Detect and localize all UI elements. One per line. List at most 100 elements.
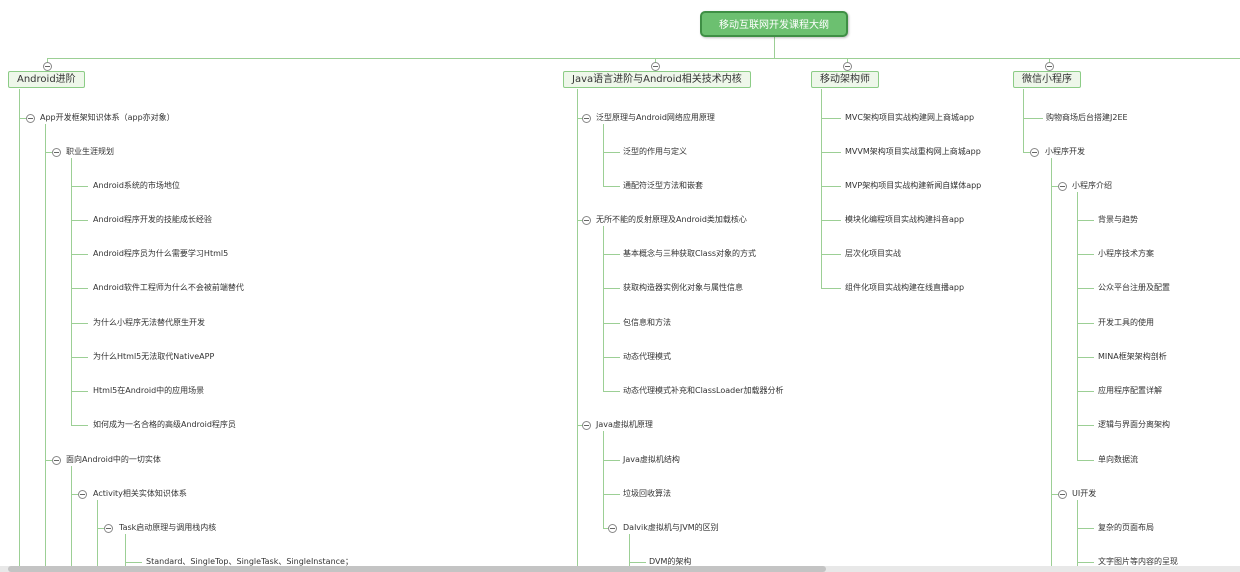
connector <box>71 425 88 426</box>
branch-android[interactable]: Android进阶 <box>8 71 85 88</box>
topic-item[interactable]: MINA框架架构剖析 <box>1098 352 1167 362</box>
collapse-toggle-icon[interactable] <box>1058 182 1067 191</box>
connector <box>821 186 841 187</box>
topic-item[interactable]: 包信息和方法 <box>623 318 671 328</box>
connector <box>1023 118 1043 119</box>
connector <box>603 152 620 153</box>
dev-trunk <box>1051 158 1052 566</box>
topic-item[interactable]: Java虚拟机结构 <box>623 455 680 465</box>
topic-item[interactable]: 逻辑与界面分离架构 <box>1098 420 1170 430</box>
topic-item[interactable]: 层次化项目实战 <box>845 249 901 259</box>
topic-miniprogram-intro[interactable]: 小程序介绍 <box>1072 181 1112 191</box>
connector <box>1077 288 1094 289</box>
root-topic[interactable]: 移动互联网开发课程大纲 <box>700 11 848 37</box>
topic-item[interactable]: Android系统的市场地位 <box>93 181 180 191</box>
collapse-toggle-icon[interactable] <box>104 524 113 533</box>
connector <box>45 460 52 461</box>
collapse-toggle-icon[interactable] <box>651 62 660 71</box>
connector <box>603 357 620 358</box>
arch-trunk <box>821 89 822 289</box>
topic-item[interactable]: 为什么小程序无法替代原生开发 <box>93 318 205 328</box>
topic-item[interactable]: 通配符泛型方法和嵌套 <box>623 181 703 191</box>
collapse-toggle-icon[interactable] <box>1030 148 1039 157</box>
topic-item[interactable]: 为什么Html5无法取代NativeAPP <box>93 352 214 362</box>
topic-item[interactable]: 泛型的作用与定义 <box>623 147 687 157</box>
topic-item[interactable]: 复杂的页面布局 <box>1098 523 1154 533</box>
entity-trunk <box>71 466 72 566</box>
topic-item[interactable]: Android程序开发的技能成长经验 <box>93 215 212 225</box>
topic-item[interactable]: 组件化项目实战构建在线直播app <box>845 283 964 293</box>
collapse-toggle-icon[interactable] <box>582 114 591 123</box>
collapse-toggle-icon[interactable] <box>1058 490 1067 499</box>
topic-item[interactable]: 基本概念与三种获取Class对象的方式 <box>623 249 756 259</box>
connector <box>125 562 142 563</box>
connector <box>603 254 620 255</box>
scrollbar-thumb[interactable] <box>8 566 826 572</box>
topic-item[interactable]: 如何成为一名合格的高级Android程序员 <box>93 420 236 430</box>
topic-item[interactable]: 开发工具的使用 <box>1098 318 1154 328</box>
connector <box>603 494 620 495</box>
branch-architect[interactable]: 移动架构师 <box>811 71 879 88</box>
topic-task[interactable]: Task启动原理与调用栈内核 <box>119 523 216 533</box>
topic-item[interactable]: 获取构造器实例化对象与属性信息 <box>623 283 743 293</box>
root-connector <box>774 37 775 58</box>
topic-item[interactable]: 动态代理模式补充和ClassLoader加载器分析 <box>623 386 783 396</box>
connector <box>821 152 841 153</box>
connector <box>1077 562 1094 563</box>
collapse-toggle-icon[interactable] <box>843 62 852 71</box>
connector <box>603 186 620 187</box>
connector <box>821 118 841 119</box>
topic-miniprogram-dev[interactable]: 小程序开发 <box>1045 147 1085 157</box>
connector <box>45 152 52 153</box>
wechat-trunk <box>1023 89 1024 152</box>
topic-item[interactable]: 背景与趋势 <box>1098 215 1138 225</box>
topic-item[interactable]: Html5在Android中的应用场景 <box>93 386 204 396</box>
connector <box>1077 323 1094 324</box>
connector <box>1077 425 1094 426</box>
topic-activity[interactable]: Activity相关实体知识体系 <box>93 489 187 499</box>
connector <box>603 323 620 324</box>
android-trunk <box>19 89 20 566</box>
collapse-toggle-icon[interactable] <box>52 148 61 157</box>
topic-item[interactable]: MVVM架构项目实战重构网上商城app <box>845 147 981 157</box>
connector <box>1077 528 1094 529</box>
topic-reflection[interactable]: 无所不能的反射原理及Android类加载核心 <box>596 215 747 225</box>
connector <box>71 323 88 324</box>
horizontal-scrollbar[interactable] <box>0 566 1240 572</box>
collapse-toggle-icon[interactable] <box>582 216 591 225</box>
topic-item[interactable]: 单向数据流 <box>1098 455 1138 465</box>
topic-item[interactable]: 模块化编程项目实战构建抖音app <box>845 215 964 225</box>
topic-item[interactable]: 小程序技术方案 <box>1098 249 1154 259</box>
topic-app-framework[interactable]: App开发框架知识体系（app亦对象） <box>40 113 175 123</box>
collapse-toggle-icon[interactable] <box>608 524 617 533</box>
connector <box>71 220 88 221</box>
topic-career-planning[interactable]: 职业生涯规划 <box>66 147 114 157</box>
collapse-toggle-icon[interactable] <box>52 456 61 465</box>
topic-item[interactable]: MVP架构项目实战构建新闻自媒体app <box>845 181 981 191</box>
branch-wechat[interactable]: 微信小程序 <box>1013 71 1081 88</box>
topic-jvm[interactable]: Java虚拟机原理 <box>596 420 653 430</box>
connector <box>1051 494 1058 495</box>
topic-item[interactable]: Android程序员为什么需要学习Html5 <box>93 249 228 259</box>
connector <box>1051 186 1058 187</box>
collapse-toggle-icon[interactable] <box>582 421 591 430</box>
topic-j2ee[interactable]: 购物商场后台搭建J2EE <box>1046 113 1128 123</box>
topic-item[interactable]: MVC架构项目实战构建网上商城app <box>845 113 974 123</box>
collapse-toggle-icon[interactable] <box>1045 62 1054 71</box>
topic-item[interactable]: Android软件工程师为什么不会被前端替代 <box>93 283 244 293</box>
collapse-toggle-icon[interactable] <box>78 490 87 499</box>
topic-dalvik[interactable]: Dalvik虚拟机与JVM的区别 <box>623 523 719 533</box>
topic-android-entities[interactable]: 面向Android中的一切实体 <box>66 455 161 465</box>
topic-ui-dev[interactable]: UI开发 <box>1072 489 1096 499</box>
connector <box>71 494 78 495</box>
branch-java[interactable]: Java语言进阶与Android相关技术内核 <box>563 71 751 88</box>
topic-item[interactable]: 动态代理模式 <box>623 352 671 362</box>
connector <box>1023 152 1030 153</box>
collapse-toggle-icon[interactable] <box>26 114 35 123</box>
topic-item[interactable]: 公众平台注册及配置 <box>1098 283 1170 293</box>
topic-item[interactable]: 垃圾回收算法 <box>623 489 671 499</box>
topic-item[interactable]: 应用程序配置详解 <box>1098 386 1162 396</box>
collapse-toggle-icon[interactable] <box>43 62 52 71</box>
connector <box>629 562 646 563</box>
topic-generics[interactable]: 泛型原理与Android网络应用原理 <box>596 113 715 123</box>
